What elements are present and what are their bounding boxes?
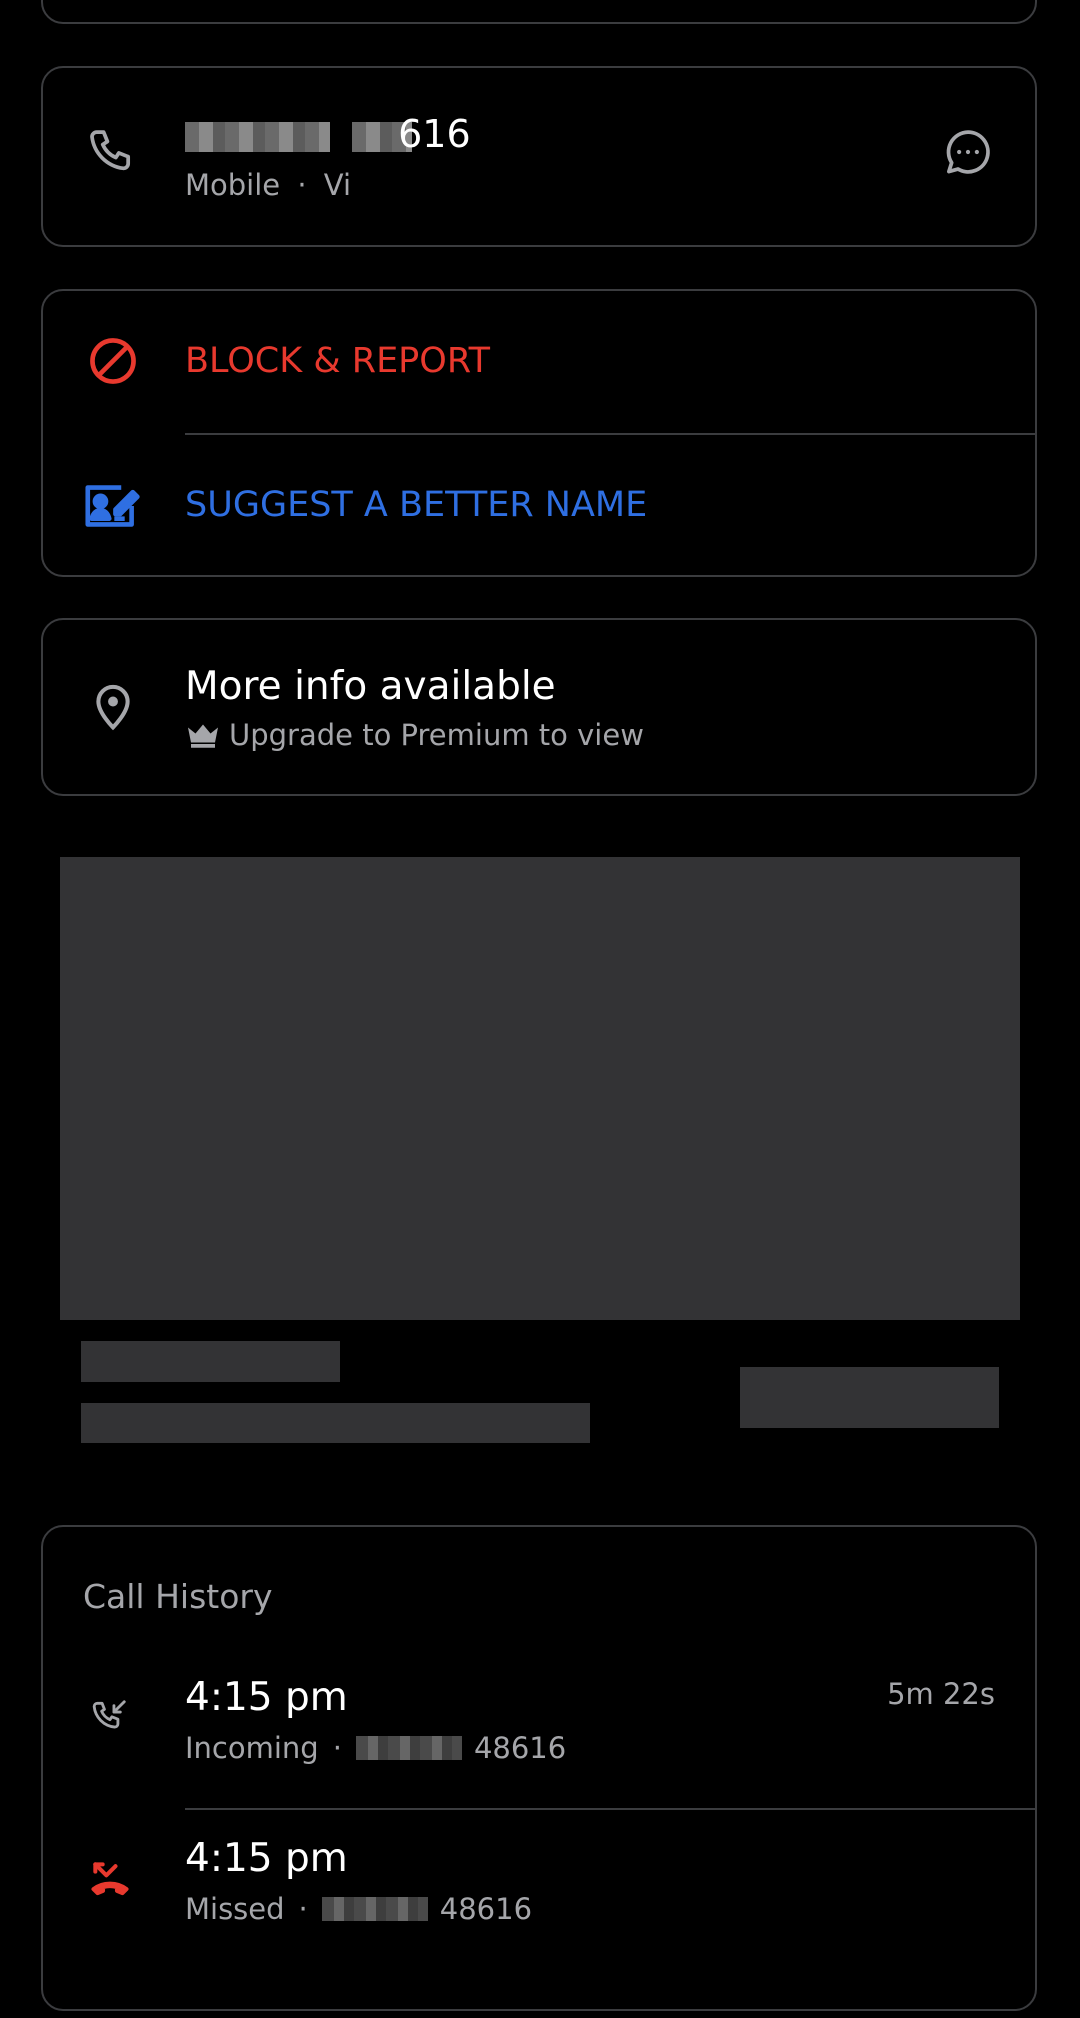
phone-icon[interactable] [83, 122, 143, 182]
redacted-number [355, 1736, 462, 1760]
suggest-name-row[interactable]: SUGGEST A BETTER NAME [43, 435, 1035, 579]
upgrade-text: Upgrade to Premium to view [229, 718, 644, 752]
top-card-partial [41, 0, 1037, 24]
call-type: Incoming [185, 1731, 319, 1765]
more-info-card[interactable]: More info available Upgrade to Premium t… [41, 618, 1037, 796]
phone-number-card[interactable]: 616 Mobile · Vi [41, 66, 1037, 247]
redacted-number [321, 1897, 428, 1921]
message-icon[interactable] [938, 122, 998, 182]
edit-contact-icon [81, 475, 143, 537]
suggest-name-label: SUGGEST A BETTER NAME [185, 485, 648, 525]
more-info-subtitle: Upgrade to Premium to view [185, 718, 644, 752]
call-duration: 5m 22s [887, 1677, 995, 1711]
missed-call-icon [83, 1852, 137, 1906]
phone-number: 616 [185, 112, 471, 156]
block-report-label: BLOCK & REPORT [185, 341, 490, 381]
location-pin-icon [83, 676, 143, 736]
call-time: 4:15 pm [185, 1836, 348, 1881]
call-history-entry[interactable]: 4:15 pm Incoming · 48616 5m 22s [43, 1647, 1035, 1807]
more-info-title: More info available [185, 664, 556, 709]
separator: · [298, 1892, 308, 1926]
call-time: 4:15 pm [185, 1675, 348, 1720]
call-detail: Incoming · 48616 [185, 1731, 566, 1765]
separator: · [332, 1731, 342, 1765]
carrier: Vi [323, 168, 352, 202]
call-type: Missed [185, 1892, 285, 1926]
phone-number-suffix: 616 [398, 112, 471, 156]
number-suffix: 48616 [439, 1892, 533, 1926]
crown-icon [185, 719, 221, 751]
call-history-title: Call History [83, 1577, 273, 1616]
number-suffix: 48616 [473, 1731, 567, 1765]
text-placeholder [81, 1341, 340, 1382]
block-icon [83, 331, 143, 391]
phone-subtitle: Mobile · Vi [185, 168, 351, 202]
call-history-entry[interactable]: 4:15 pm Missed · 48616 [43, 1810, 1035, 1970]
call-history-card: Call History 4:15 pm Incoming · 48616 5m… [41, 1525, 1037, 2011]
incoming-call-icon [85, 1691, 135, 1741]
text-placeholder [81, 1403, 590, 1443]
media-placeholder [60, 857, 1020, 1320]
block-report-row[interactable]: BLOCK & REPORT [43, 291, 1035, 435]
separator: · [297, 168, 307, 202]
actions-card: BLOCK & REPORT SUGGEST A BETTER NAME [41, 289, 1037, 577]
line-type: Mobile [185, 168, 281, 202]
redacted-number [185, 121, 330, 152]
button-placeholder [740, 1367, 999, 1428]
call-detail: Missed · 48616 [185, 1892, 532, 1926]
